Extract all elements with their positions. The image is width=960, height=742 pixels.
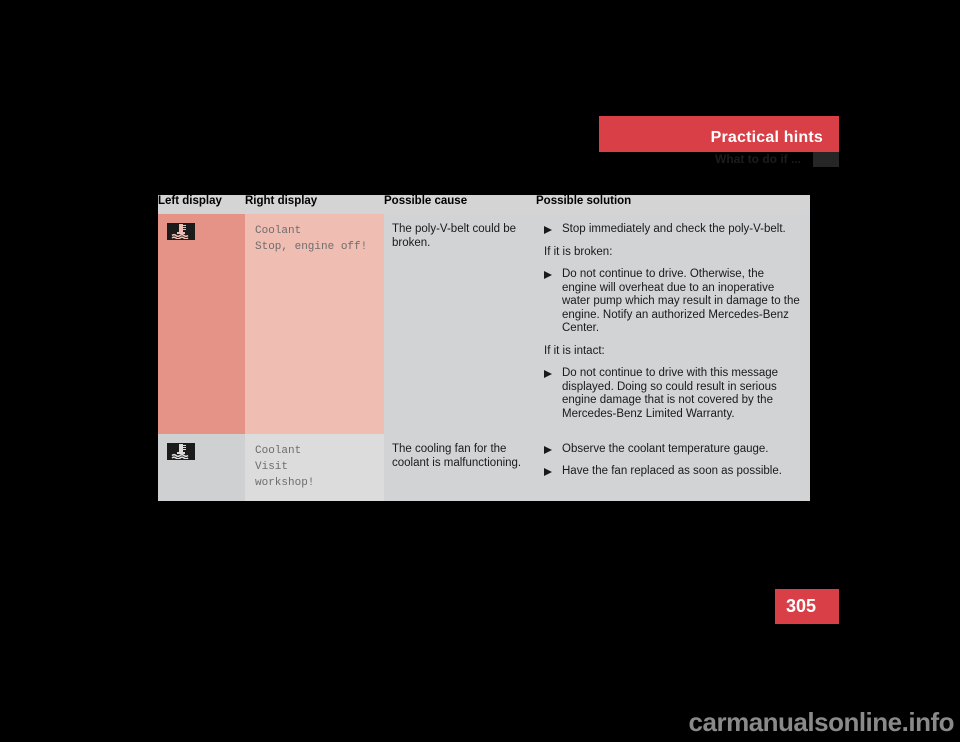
display-message-line: Visit — [255, 461, 289, 473]
solution-note: If it is intact: — [544, 344, 605, 357]
page-number: 305 — [786, 596, 817, 616]
bullet-triangle-icon — [544, 465, 555, 476]
cell-right-display: Coolant Visit workshop! — [245, 434, 384, 501]
bullet-triangle-icon — [544, 223, 555, 234]
solution-bullet-text: Do not continue to drive with this messa… — [562, 367, 779, 420]
display-message-line: Coolant — [255, 445, 302, 457]
column-header-right-display: Right display — [245, 195, 384, 214]
solution-bullet-text: Do not continue to drive. Otherwise, the… — [562, 268, 800, 334]
site-watermark: carmanualsonline.info — [688, 707, 955, 737]
solution-bullet: Stop immediately and check the poly-V-be… — [544, 223, 800, 237]
cell-left-display — [158, 214, 245, 431]
solution-bullet: Do not continue to drive. Otherwise, the… — [544, 268, 800, 336]
solution-bullet: Observe the coolant temperature gauge. — [544, 443, 800, 457]
display-message-line: workshop! — [255, 477, 315, 489]
cell-possible-solution: Stop immediately and check the poly-V-be… — [536, 214, 810, 431]
display-message-line: Coolant — [255, 225, 302, 237]
coolant-temperature-icon — [167, 443, 195, 460]
cell-left-display — [158, 434, 245, 501]
column-header-possible-solution: Possible solution — [536, 195, 810, 214]
solution-bullet-text: Stop immediately and check the poly-V-be… — [562, 223, 786, 235]
solution-note: If it is broken: — [544, 245, 613, 258]
cell-possible-cause: The cooling fan for the coolant is malfu… — [384, 434, 536, 501]
solution-bullet: Do not continue to drive with this messa… — [544, 367, 800, 421]
section-header-band: Practical hints — [599, 116, 839, 152]
page-number-badge: 305 — [775, 589, 839, 624]
table-row: Coolant Stop, engine off! The poly-V-bel… — [158, 214, 810, 431]
subsection-title: What to do if ... — [715, 152, 801, 166]
possible-cause-text: The cooling fan for the coolant is malfu… — [392, 443, 522, 469]
table-row: Coolant Visit workshop! The cooling fan … — [158, 434, 810, 501]
section-title: Practical hints — [710, 129, 823, 146]
cell-possible-cause: The poly-V-belt could be broken. — [384, 214, 536, 431]
cell-possible-solution: Observe the coolant temperature gauge. H… — [536, 434, 810, 501]
bullet-triangle-icon — [544, 367, 555, 378]
solution-bullet-text: Have the fan replaced as soon as possibl… — [562, 464, 782, 477]
display-message-line: Stop, engine off! — [255, 241, 368, 253]
bullet-triangle-icon — [544, 443, 555, 454]
subsection-header: What to do if ... — [599, 152, 839, 168]
column-header-left-display: Left display — [158, 195, 245, 214]
column-header-possible-cause: Possible cause — [384, 195, 536, 214]
coolant-temperature-icon — [167, 223, 195, 240]
cell-right-display: Coolant Stop, engine off! — [245, 214, 384, 431]
possible-cause-text: The poly-V-belt could be broken. — [392, 223, 517, 249]
bullet-triangle-icon — [544, 268, 555, 279]
chapter-tab-marker — [813, 152, 839, 167]
table-header-row: Left display Right display Possible caus… — [158, 195, 810, 214]
solution-bullet-text: Observe the coolant temperature gauge. — [562, 443, 769, 455]
solution-bullet: Have the fan replaced as soon as possibl… — [544, 465, 800, 479]
warning-messages-table: Left display Right display Possible caus… — [158, 195, 810, 501]
